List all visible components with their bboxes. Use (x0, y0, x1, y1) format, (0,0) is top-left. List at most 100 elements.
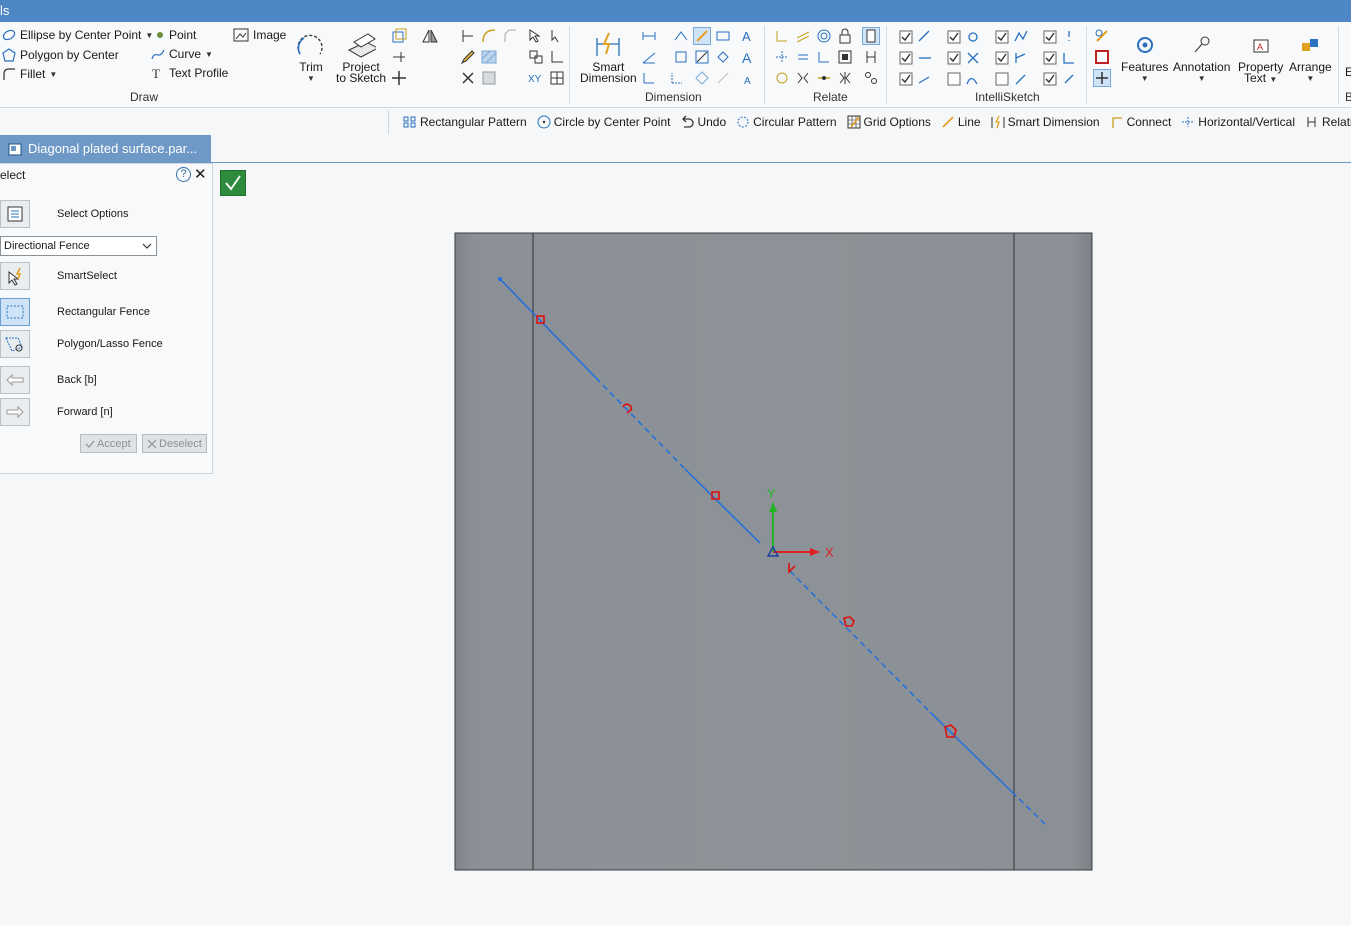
equal-icon[interactable] (794, 48, 812, 66)
symmetry-axis-icon[interactable] (836, 69, 854, 87)
connect-button[interactable]: Connect (1110, 115, 1171, 129)
table-icon[interactable] (548, 69, 566, 87)
dimension-disabled-icon[interactable] (714, 69, 732, 87)
grid-options-button[interactable]: Grid Options (847, 115, 931, 129)
intellisketch-checkbox[interactable] (993, 70, 1011, 88)
intellisketch-checkbox[interactable] (945, 28, 963, 46)
intellisketch-checkbox[interactable] (897, 70, 915, 88)
sketch-view-icon[interactable] (1093, 27, 1111, 45)
edit-dimension-icon[interactable] (693, 48, 711, 66)
scale-icon[interactable] (527, 48, 545, 66)
line-button[interactable]: Line (941, 115, 981, 129)
deselect-button[interactable]: Deselect (142, 434, 207, 453)
rectangular-pattern-button[interactable]: Rectangular Pattern (403, 115, 527, 129)
relationship-handles-button[interactable]: Relationship H (1305, 115, 1351, 129)
angle-icon[interactable] (548, 48, 566, 66)
hatch-icon[interactable] (480, 48, 498, 66)
move-icon[interactable] (390, 69, 408, 87)
polygon-by-center-button[interactable]: Polygon by Center (2, 48, 119, 62)
coordinate-dimension-icon[interactable] (640, 69, 658, 87)
lock-dimension-icon[interactable] (672, 48, 690, 66)
dimension-group-icon[interactable] (714, 48, 732, 66)
dimension-axis-icon[interactable] (714, 27, 732, 45)
undo-button[interactable]: Undo (680, 115, 726, 129)
extend-icon[interactable] (459, 27, 477, 45)
image-button[interactable]: Image (233, 28, 286, 42)
property-text-button[interactable]: A Property Text ▼ (1238, 28, 1283, 85)
coordinate-system-icon[interactable] (1093, 69, 1111, 87)
symmetric-dimension-icon[interactable] (672, 27, 690, 45)
split-icon[interactable] (390, 48, 408, 66)
project-to-sketch-button[interactable]: Project to Sketch (336, 28, 386, 84)
symmetric-icon[interactable] (794, 69, 812, 87)
lock-icon[interactable] (836, 27, 854, 45)
connect-relation-icon[interactable] (773, 48, 791, 66)
cut-off-button[interactable]: E (1345, 65, 1351, 79)
maintain-relationships-icon[interactable] (862, 27, 880, 45)
intellisketch-checkbox[interactable] (993, 49, 1011, 67)
intellisketch-checkbox[interactable] (897, 28, 915, 46)
rigid-set-icon[interactable] (836, 48, 854, 66)
intellisketch-checkbox[interactable] (945, 49, 963, 67)
text-size-down-icon[interactable]: A (740, 69, 758, 87)
dimension-scale-icon[interactable] (693, 69, 711, 87)
delete-icon[interactable] (459, 69, 477, 87)
smartselect-row[interactable]: SmartSelect (0, 262, 200, 290)
text-profile-button[interactable]: T Text Profile (151, 66, 228, 80)
smartselect-icon[interactable] (0, 262, 30, 290)
circle-by-center-button[interactable]: Circle by Center Point (537, 115, 670, 129)
coordinate-origin-icon[interactable] (668, 69, 686, 87)
point-button[interactable]: Point (155, 28, 196, 42)
fence-mode-select[interactable]: Directional Fence (0, 236, 157, 256)
help-icon[interactable]: ? (176, 167, 191, 182)
horizontal-vertical-button[interactable]: Horizontal/Vertical (1181, 115, 1295, 129)
select-options-icon[interactable] (0, 200, 30, 228)
forward-arrow-icon[interactable] (0, 398, 30, 426)
trim-button[interactable]: Trim ▼ (296, 28, 326, 84)
accept-button[interactable]: Accept (80, 434, 137, 453)
document-tab[interactable]: Diagonal plated surface.par... (0, 135, 211, 162)
select-tool-icon[interactable] (527, 27, 545, 45)
distance-between-icon[interactable] (640, 27, 658, 45)
plate-face[interactable] (454, 232, 1093, 871)
xy-coordinates-icon[interactable]: XY (527, 69, 545, 87)
relationship-assistant-icon[interactable] (862, 69, 880, 87)
horizontal-vertical-relation-icon[interactable] (815, 69, 833, 87)
parallel-icon[interactable] (794, 27, 812, 45)
concentric-icon[interactable] (815, 27, 833, 45)
annotation-text-icon[interactable]: A (740, 27, 758, 45)
intellisketch-checkbox[interactable] (945, 70, 963, 88)
intellisketch-checkbox[interactable] (1041, 49, 1059, 67)
back-row[interactable]: Back [b] (0, 366, 200, 394)
intellisketch-checkbox[interactable] (897, 49, 915, 67)
accept-sketch-button[interactable] (220, 170, 246, 196)
pencil-icon[interactable] (459, 48, 477, 66)
curve-button[interactable]: Curve ▼ (151, 47, 213, 61)
forward-row[interactable]: Forward [n] (0, 398, 200, 426)
ellipse-by-center-button[interactable]: Ellipse by Center Point ▼ (2, 28, 153, 42)
back-arrow-icon[interactable] (0, 366, 30, 394)
features-button[interactable]: Features ▼ (1121, 28, 1168, 84)
smart-dimension-cmd-button[interactable]: Smart Dimension (991, 115, 1100, 129)
polygon-lasso-icon[interactable] (0, 330, 30, 358)
fill-icon[interactable] (480, 69, 498, 87)
arrange-button[interactable]: Arrange ▼ (1289, 28, 1332, 84)
dimension-style-icon[interactable] (693, 27, 711, 45)
collinear-icon[interactable] (773, 69, 791, 87)
offset-icon[interactable] (390, 27, 408, 45)
tangent-icon[interactable] (815, 48, 833, 66)
chamfer-icon[interactable] (501, 27, 519, 45)
smart-dimension-button[interactable]: Smart Dimension (580, 28, 637, 84)
close-icon[interactable]: ✕ (194, 165, 207, 183)
intellisketch-checkbox[interactable] (1041, 70, 1059, 88)
relation-handles-icon[interactable] (862, 48, 880, 66)
rectangular-fence-row[interactable]: Rectangular Fence (0, 298, 200, 326)
annotation-button[interactable]: Annotation ▼ (1173, 28, 1230, 84)
intellisketch-checkbox[interactable] (993, 28, 1011, 46)
rectangular-fence-icon[interactable] (0, 298, 30, 326)
mirror-icon[interactable] (421, 27, 439, 45)
select-options-row[interactable]: Select Options (0, 200, 200, 228)
fillet-sketch-icon[interactable] (480, 27, 498, 45)
sketch-color-icon[interactable] (1093, 48, 1111, 66)
polygon-fence-row[interactable]: Polygon/Lasso Fence (0, 330, 200, 358)
